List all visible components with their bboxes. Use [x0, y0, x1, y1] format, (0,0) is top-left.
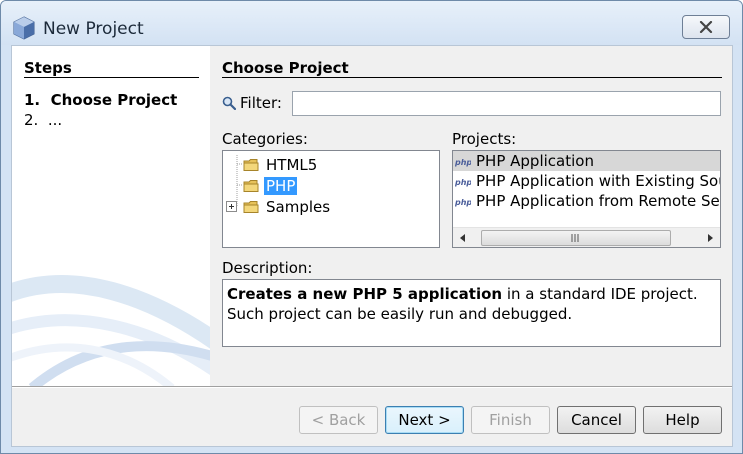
folder-icon	[243, 179, 259, 192]
close-icon	[699, 21, 713, 33]
category-label: Samples	[266, 197, 331, 216]
dialog-content: Steps 1. Choose Project 2. ... Choose Pr…	[11, 45, 733, 447]
netbeans-cube-icon	[13, 16, 35, 40]
description-label: Description:	[222, 259, 313, 277]
filter-label: Filter:	[240, 94, 282, 112]
grip-icon	[571, 234, 579, 242]
step-number: 1.	[24, 91, 41, 109]
horizontal-scrollbar[interactable]	[453, 227, 720, 247]
php-file-icon: php	[455, 178, 471, 187]
expand-plus-icon[interactable]	[226, 201, 237, 212]
project-label: PHP Application with Existing Sources	[476, 172, 720, 190]
description-bold: Creates a new PHP 5 application	[227, 285, 503, 303]
finish-button[interactable]: Finish	[471, 406, 550, 434]
category-item-html5[interactable]: HTML5	[243, 154, 319, 175]
svg-text:php: php	[455, 158, 471, 167]
project-label: PHP Application	[476, 152, 594, 170]
arrow-left-icon	[460, 234, 465, 242]
categories-label: Categories:	[222, 130, 308, 148]
back-button[interactable]: < Back	[299, 406, 378, 434]
projects-list[interactable]: php PHP Application php PHP Application …	[452, 150, 721, 248]
help-button[interactable]: Help	[643, 406, 722, 434]
filter-input[interactable]	[292, 91, 721, 116]
categories-tree[interactable]: HTML5 PHP Samples	[222, 150, 440, 248]
step-item-1: 1. Choose Project	[24, 91, 177, 109]
close-button[interactable]	[682, 15, 730, 39]
title-bar[interactable]: New Project	[1, 1, 742, 45]
decorative-swoosh-graphic	[12, 275, 210, 387]
title-divider	[222, 77, 722, 78]
description-text: Creates a new PHP 5 application in a sta…	[222, 279, 721, 347]
dialog-window: New Project Steps 1. Choose Project 2. .…	[0, 0, 743, 454]
projects-label: Projects:	[452, 130, 517, 148]
category-label: HTML5	[266, 155, 318, 174]
category-label: PHP	[264, 176, 298, 195]
steps-panel: Steps 1. Choose Project 2. ...	[12, 46, 210, 387]
step-item-2: 2. ...	[24, 111, 62, 129]
steps-heading: Steps	[24, 59, 72, 77]
steps-divider	[24, 77, 199, 78]
step-label: ...	[47, 111, 63, 129]
project-item-php-application[interactable]: php PHP Application	[453, 151, 720, 171]
php-file-icon: php	[455, 158, 471, 167]
page-title: Choose Project	[222, 59, 349, 77]
project-item-existing-sources[interactable]: php PHP Application with Existing Source…	[453, 171, 720, 191]
scroll-thumb[interactable]	[481, 230, 671, 246]
project-item-remote-server[interactable]: php PHP Application from Remote Server	[453, 191, 720, 211]
step-label: Choose Project	[50, 91, 178, 109]
svg-text:php: php	[455, 198, 471, 207]
folder-icon	[243, 158, 259, 171]
magnifier-icon	[222, 96, 236, 110]
category-item-php[interactable]: PHP	[243, 175, 298, 196]
scroll-right-button[interactable]	[700, 228, 720, 247]
folder-icon	[243, 200, 259, 213]
arrow-right-icon	[708, 234, 713, 242]
php-file-icon: php	[455, 198, 471, 207]
next-button[interactable]: Next >	[385, 406, 464, 434]
svg-text:php: php	[455, 178, 471, 187]
category-item-samples[interactable]: Samples	[243, 196, 332, 217]
cancel-button[interactable]: Cancel	[557, 406, 636, 434]
project-label: PHP Application from Remote Server	[476, 192, 720, 210]
button-bar-separator	[12, 386, 732, 388]
scroll-left-button[interactable]	[453, 228, 473, 247]
window-title: New Project	[43, 19, 144, 39]
step-number: 2.	[24, 111, 39, 129]
